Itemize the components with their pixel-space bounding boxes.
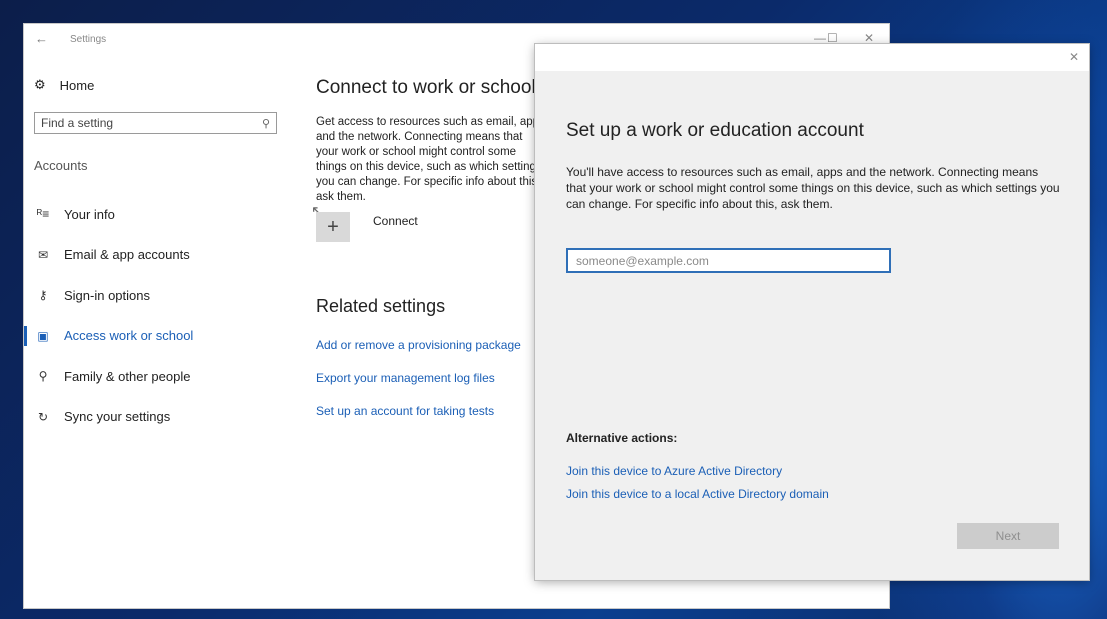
sidebar-item-label: Sync your settings [64,409,171,425]
section-heading: Accounts [34,158,88,173]
window-title: Settings [70,34,107,45]
related-settings-heading: Related settings [316,296,446,316]
maximize-icon[interactable]: ☐ [827,31,838,45]
sidebar-item-label: Access work or school [64,328,194,344]
sidebar-item-family[interactable]: ⚲ Family & other people [24,356,304,397]
connect-label[interactable]: Connect [373,214,418,228]
page-title: Connect to work or school [316,77,536,98]
dialog-title-bar: ✕ [535,44,1089,71]
sidebar-item-label: Family & other people [64,368,191,384]
back-arrow-icon[interactable]: ← [35,31,48,46]
link-account-for-tests[interactable]: Set up an account for taking tests [316,404,494,418]
mail-icon: ✉ [37,247,49,262]
link-provisioning-package[interactable]: Add or remove a provisioning package [316,338,521,352]
dialog-title: Set up a work or education account [566,120,864,141]
page-description: Get access to resources such as email, a… [316,116,545,203]
sidebar-item-label: Home [59,77,95,93]
link-join-local-ad-domain[interactable]: Join this device to a local Active Direc… [566,487,829,501]
sidebar-item-access-work-school[interactable]: ▣ Access work or school [24,316,304,357]
search-icon[interactable]: ⚲ [262,117,270,130]
next-button[interactable]: Next [957,523,1059,549]
alternative-actions-heading: Alternative actions: [566,431,678,445]
link-join-azure-ad[interactable]: Join this device to Azure Active Directo… [566,464,782,478]
minimize-icon[interactable]: — [814,31,826,45]
search-input[interactable]: Find a setting [41,116,262,130]
close-icon[interactable]: ✕ [864,31,874,45]
search-box[interactable]: Find a setting ⚲ [34,112,277,134]
email-field[interactable] [566,248,891,273]
plus-icon: + [327,215,339,238]
sidebar-item-label: Email & app accounts [64,247,190,263]
sidebar-item-your-info[interactable]: ᴿ≡ Your info [24,194,304,235]
person-card-icon: ᴿ≡ [36,207,50,222]
people-icon: ⚲ [38,369,48,384]
dialog-description: You'll have access to resources such as … [566,165,1060,211]
sidebar-item-sign-in-options[interactable]: ⚷ Sign-in options [24,275,304,316]
gear-icon: ⚙ [34,77,46,92]
sidebar-item-home[interactable]: ⚙ Home [34,77,94,93]
briefcase-icon: ▣ [37,328,49,343]
sidebar-item-email-accounts[interactable]: ✉ Email & app accounts [24,235,304,276]
connect-button[interactable]: + [316,212,350,242]
link-export-management-logs[interactable]: Export your management log files [316,371,495,385]
setup-account-dialog: ✕ Set up a work or education account You… [535,44,1089,580]
sidebar-item-label: Your info [64,206,115,222]
sidebar-nav: ᴿ≡ Your info ✉ Email & app accounts ⚷ Si… [24,194,304,437]
sync-icon: ↻ [37,409,49,424]
dialog-close-icon[interactable]: ✕ [1069,50,1079,64]
sidebar-item-label: Sign-in options [64,287,150,303]
key-icon: ⚷ [38,288,48,303]
sidebar-item-sync[interactable]: ↻ Sync your settings [24,397,304,438]
